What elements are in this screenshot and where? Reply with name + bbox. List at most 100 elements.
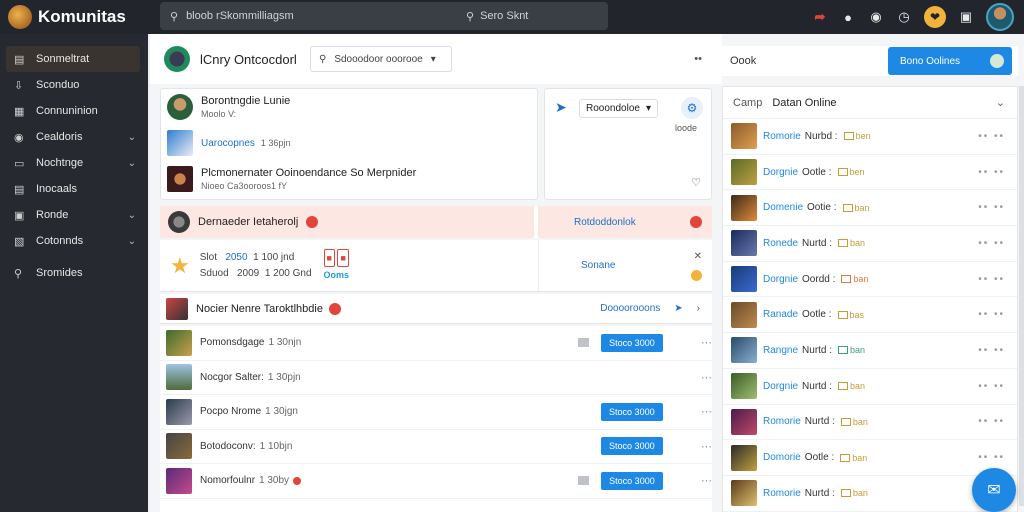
online-user-row[interactable]: Dorgnie Ootle : ben •• •• [723, 155, 1017, 191]
more-icon[interactable]: •• [694, 53, 702, 65]
highlight-link[interactable]: Rotdoddonlok [574, 217, 636, 228]
online-user-row[interactable]: Ranade Ootle : bas •• •• [723, 297, 1017, 334]
sidebar-item[interactable]: ⇩ Sconduo [6, 72, 140, 98]
chevron-down-icon[interactable]: ⌄ [996, 96, 1005, 109]
user-name[interactable]: Romorie [763, 488, 801, 499]
clock-icon[interactable]: ◷ [896, 9, 912, 25]
sidebar-item[interactable]: ▭ Nochtnge ⌄ [6, 150, 140, 176]
online-user-row[interactable]: Dorgnie Nurtd : ban •• •• [723, 369, 1017, 405]
sidebar-item[interactable]: ▧ Cotonnds ⌄ [6, 228, 140, 254]
user-name[interactable]: Dorgnie [763, 167, 798, 178]
message-icon[interactable]: ◉ [868, 9, 884, 25]
breadcrumb[interactable]: ⚲ bloob rSkommilliagsm [170, 10, 450, 23]
feat-tag[interactable]: Ooms [324, 267, 350, 283]
list-item[interactable]: Nomorfoulnr 1 30by Stoco 3000 ⋯ [160, 464, 712, 499]
more-icon[interactable]: •• •• [978, 238, 1005, 249]
online-user-row[interactable]: Rangne Nurtd : ban •• •• [723, 333, 1017, 369]
list-item[interactable]: Uarocopnes 1 36pjn [161, 125, 537, 161]
highlight-row[interactable]: Dernaeder Ietaherolj Rotdoddonlok [160, 206, 712, 238]
sidebar-item[interactable]: ▦ Connuninion [6, 98, 140, 124]
list-item[interactable]: Pomonsdgage 1 30njn Stoco 3000 ⋯ [160, 326, 712, 361]
item-title: Pocpo Nrome [200, 406, 262, 418]
bolt-icon[interactable]: ➦ [812, 9, 828, 25]
share-icon[interactable]: ➤ [674, 303, 682, 314]
heart-icon[interactable]: ♡ [691, 176, 701, 189]
featured-row[interactable]: ★ Slot 2050 1 100 jnd Sduod 2009 1 200 G… [160, 240, 712, 292]
list-item[interactable]: Pocpo Nrome 1 30jgn Stoco 3000 ⋯ [160, 395, 712, 430]
sidebar-item[interactable]: ▤ Inocaals [6, 176, 140, 202]
chevron-right-icon[interactable]: › [697, 303, 700, 314]
more-icon[interactable]: ⋯ [701, 405, 712, 418]
avatar[interactable] [164, 46, 190, 72]
online-user-row[interactable]: RomorieNurtd : ban •• •• [723, 405, 1017, 441]
action-button[interactable]: Stoco 3000 [600, 437, 663, 456]
close-icon[interactable]: ✕ [694, 251, 702, 262]
chip-label: ben [855, 131, 871, 142]
list-header[interactable]: Nocier Nenre Taroktlhbdie Doooorooons ➤ … [160, 294, 712, 324]
chevron-down-icon[interactable]: ⌄ [128, 132, 136, 143]
filter-dropdown[interactable]: Rooondoloe ▾ [579, 98, 658, 118]
sidebar-item[interactable]: ◉ Cealdoris ⌄ [6, 124, 140, 150]
user-name[interactable]: Romorie [763, 416, 801, 427]
scrollbar[interactable] [1019, 86, 1024, 506]
search-input[interactable]: ⚲ Sdooodoor ooorooe ▾ [310, 46, 452, 72]
top-search-bar[interactable]: ⚲ bloob rSkommilliagsm ⚲ Sero Sknt [160, 2, 608, 30]
online-button[interactable]: Bono Oolines [888, 47, 1012, 75]
breadcrumb-text: bloob rSkommilliagsm [186, 10, 294, 22]
more-icon[interactable]: •• •• [978, 309, 1005, 320]
list-item[interactable]: Plcmonernater Ooinoendance So Merpnider … [161, 161, 537, 197]
online-user-row[interactable]: Domenie Ootie : ban •• •• [723, 190, 1017, 227]
user-name[interactable]: Dorgnie [763, 381, 798, 392]
user-name[interactable]: Domorie [763, 452, 801, 463]
more-icon[interactable]: •• •• [978, 131, 1005, 142]
chat-fab-button[interactable]: ✉ [972, 468, 1016, 512]
online-user-row[interactable]: Domorie Ootle : ban •• •• [723, 440, 1017, 476]
more-icon[interactable]: ⋯ [701, 336, 712, 349]
avatar[interactable] [986, 3, 1014, 31]
list-action[interactable]: Doooorooons [600, 303, 660, 314]
sidebar-item[interactable]: ⚲ Sromides [6, 260, 140, 286]
user-name[interactable]: Ronede [763, 238, 798, 249]
sidebar-item[interactable]: ▣ Ronde ⌄ [6, 202, 140, 228]
action-button[interactable]: Stoco 3000 [600, 333, 663, 352]
chip-label: ban [852, 416, 868, 427]
more-icon[interactable]: •• •• [978, 345, 1005, 356]
list-item[interactable]: Borontngdie Lunie Moolo V: [161, 89, 537, 125]
online-user-row[interactable]: Romorie Nurbd : ben •• •• [723, 119, 1017, 155]
user-chip: ban [838, 381, 865, 391]
user-name[interactable]: Dorgnie [763, 274, 798, 285]
more-icon[interactable]: ⋯ [701, 474, 712, 487]
more-icon[interactable]: •• •• [978, 202, 1005, 213]
user-name[interactable]: Domenie [763, 202, 803, 213]
action-button[interactable]: Stoco 3000 [600, 471, 663, 490]
feat-link[interactable]: Sonane [581, 260, 615, 271]
more-icon[interactable]: •• •• [978, 416, 1005, 427]
book-field[interactable]: Oook [722, 55, 888, 67]
window-icon[interactable]: ▣ [958, 9, 974, 25]
more-icon[interactable]: •• •• [978, 452, 1005, 463]
more-icon[interactable]: ⋯ [701, 371, 712, 384]
list-item[interactable]: Botodoconv: 1 10bjn Stoco 3000 ⋯ [160, 430, 712, 464]
chevron-down-icon[interactable]: ⌄ [128, 210, 136, 221]
chat-icon[interactable]: ● [840, 9, 856, 25]
user-name[interactable]: Rangne [763, 345, 798, 356]
app-logo[interactable]: Komunitas [0, 5, 150, 29]
list-item[interactable]: Nocgor Salter: 1 30pjn ⋯ [160, 361, 712, 395]
action-button[interactable]: Stoco 3000 [600, 402, 663, 421]
more-icon[interactable]: ⋯ [701, 440, 712, 453]
online-user-row[interactable]: Dorgnie Oordd : ban •• •• [723, 262, 1017, 298]
more-icon[interactable]: •• •• [978, 167, 1005, 178]
item-link[interactable]: Uarocopnes [201, 138, 255, 149]
find-field[interactable]: ⚲ Sero Sknt [466, 10, 528, 23]
sidebar-item[interactable]: ▤ Sonmeltrat [6, 46, 140, 72]
more-icon[interactable]: •• •• [978, 381, 1005, 392]
user-name[interactable]: Romorie [763, 131, 801, 142]
coin-icon[interactable]: ❤ [924, 6, 946, 28]
chevron-down-icon[interactable]: ⌄ [128, 236, 136, 247]
user-name[interactable]: Ranade [763, 309, 798, 320]
more-icon[interactable]: •• •• [978, 274, 1005, 285]
chevron-down-icon[interactable]: ⌄ [128, 158, 136, 169]
gear-icon[interactable]: ⚙ [681, 97, 703, 119]
online-panel-header[interactable]: Camp Datan Online ⌄ [723, 87, 1017, 119]
online-user-row[interactable]: Ronede Nurtd : ban •• •• [723, 226, 1017, 262]
